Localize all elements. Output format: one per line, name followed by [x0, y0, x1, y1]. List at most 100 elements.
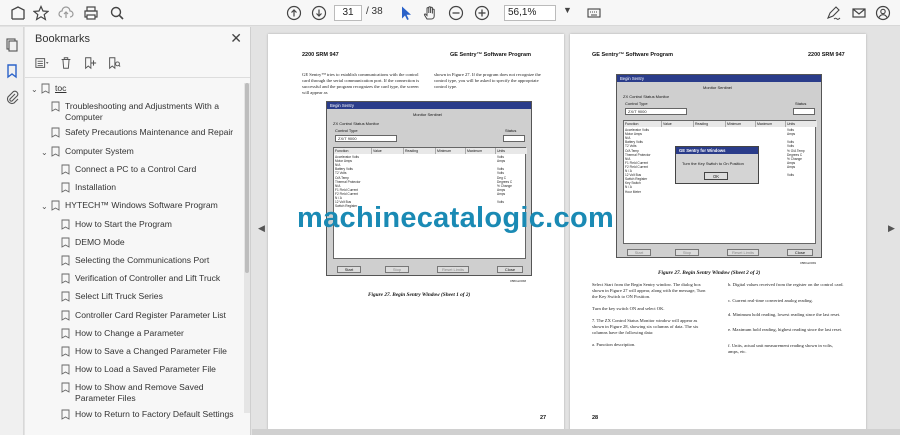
watermark-text: machinecatalogic.com — [297, 202, 615, 234]
bookmark-item-save-parameter[interactable]: How to Save a Changed Parameter File — [61, 346, 227, 357]
add-bookmark-icon[interactable] — [83, 56, 97, 70]
bookmark-item-installation[interactable]: Installation — [61, 182, 116, 193]
page-number-input[interactable]: 31 — [334, 5, 362, 21]
page-down-icon[interactable] — [310, 4, 328, 22]
bookmark-icon — [51, 127, 60, 138]
previous-page-arrow[interactable]: ◀ — [258, 223, 265, 234]
window-titlebar: Begin Sentry — [617, 75, 821, 82]
list-item-d: d. Minimum hold reading, lowest reading … — [728, 312, 841, 317]
body-text-left-col: Select Start from the Begin Sentry windo… — [592, 282, 706, 347]
bookmark-item-start-program[interactable]: How to Start the Program — [61, 219, 172, 230]
grid-unit-cell: Amps — [497, 159, 506, 164]
bookmark-item-factory-default[interactable]: How to Return to Factory Default Setting… — [61, 409, 234, 420]
bookmark-icon — [61, 310, 70, 321]
print-icon[interactable] — [82, 4, 100, 22]
grid-header: Minimum — [436, 148, 466, 154]
control-type-select: ZX/T 9000 — [335, 135, 397, 142]
bookmark-item-change-parameter[interactable]: How to Change a Parameter — [61, 328, 184, 339]
grid-header: Units — [786, 121, 817, 127]
chevron-down-icon[interactable]: ⌄ — [31, 84, 41, 95]
page-number: 28 — [592, 415, 599, 421]
bookmark-icon — [61, 346, 70, 357]
chevron-down-icon[interactable]: ⌄ — [41, 201, 51, 212]
bookmark-icon — [61, 328, 70, 339]
account-icon[interactable] — [874, 4, 892, 22]
status-window-label: ZX Control Status Monitor — [333, 121, 380, 126]
bookmark-item-troubleshooting[interactable]: Troubleshooting and Adjustments With a C… — [51, 101, 237, 123]
list-item-e: e. Maximum hold reading, highest reading… — [728, 327, 843, 332]
search-icon[interactable] — [108, 4, 126, 22]
bookmark-label: Troubleshooting and Adjustments With a C… — [65, 101, 219, 122]
bookmark-item-hytech-software[interactable]: ⌄ HYTECH™ Windows Software Program — [41, 200, 218, 212]
bookmark-icon — [61, 273, 70, 284]
bookmark-item-connect-pc[interactable]: Connect a PC to a Control Card — [61, 164, 196, 175]
status-field — [503, 135, 525, 142]
bookmark-item-safety[interactable]: Safety Precautions Maintenance and Repai… — [51, 127, 237, 138]
keyboard-icon[interactable] — [585, 4, 603, 22]
page-up-icon[interactable] — [285, 4, 303, 22]
next-page-arrow[interactable]: ▶ — [888, 223, 895, 234]
horizontal-scrollbar[interactable] — [252, 429, 900, 435]
start-button: Start — [337, 266, 361, 273]
close-icon[interactable]: ✕ — [230, 30, 242, 47]
dialog-message: Turn the Key Switch to On Position — [682, 161, 744, 166]
bookmark-label: How to Change a Parameter — [75, 328, 184, 338]
bookmark-label: How to Return to Factory Default Setting… — [75, 409, 234, 419]
grid-header: Function — [334, 148, 372, 154]
body-text-col2: shown in Figure 27. If the program does … — [434, 72, 541, 89]
hand-tool-icon[interactable] — [421, 4, 439, 22]
page-header-left: 2200 SRM 947 — [302, 52, 339, 58]
cloud-upload-icon[interactable] — [57, 4, 75, 22]
edit-sign-icon[interactable] — [824, 4, 842, 22]
find-bookmark-icon[interactable] — [107, 56, 121, 70]
bookmark-icon[interactable] — [4, 63, 20, 79]
figure-code: 0880A0069 — [800, 261, 817, 265]
bookmark-item-toc[interactable]: ⌄ toc — [31, 83, 66, 95]
grid-unit-cell: Volts — [787, 173, 794, 178]
zoom-in-icon[interactable] — [473, 4, 491, 22]
close-button: Close — [787, 249, 813, 256]
list-item-c: c. Current real-time converted analog re… — [728, 298, 813, 303]
chevron-down-icon[interactable]: ▼ — [563, 5, 572, 15]
page-total: / 38 — [366, 6, 383, 17]
select-cursor-icon[interactable] — [397, 4, 415, 22]
home-icon[interactable] — [9, 4, 27, 22]
bookmark-icon — [61, 382, 70, 393]
bookmark-item-load-parameter[interactable]: How to Load a Saved Parameter File — [61, 364, 216, 375]
begin-sentry-screenshot: Begin Sentry Monitor Sentinel ZX Control… — [616, 74, 822, 258]
email-icon[interactable] — [850, 4, 868, 22]
star-icon[interactable] — [32, 4, 50, 22]
reset-limits-button: Reset Limits — [727, 249, 759, 256]
stop-button: Stop — [675, 249, 699, 256]
grid-unit-cell: Amps — [787, 132, 796, 137]
grid-unit-cell: Amps — [497, 191, 506, 196]
sentry-dialog: GE Sentry for Windows Turn the Key Switc… — [675, 146, 759, 184]
control-type-label: Control Type — [335, 128, 358, 133]
bookmark-item-comm-port[interactable]: Selecting the Communications Port — [61, 255, 209, 266]
bookmark-item-verification[interactable]: Verification of Controller and Lift Truc… — [61, 273, 220, 284]
bookmark-icon — [41, 83, 50, 94]
scrollbar-thumb[interactable] — [245, 83, 249, 273]
chevron-down-icon[interactable]: ⌄ — [41, 147, 51, 158]
zoom-out-icon[interactable] — [447, 4, 465, 22]
reset-limits-button: Reset Limits — [437, 266, 469, 273]
bookmark-item-show-remove[interactable]: How to Show and Remove Saved Parameter F… — [61, 382, 237, 404]
bookmark-item-lift-truck-series[interactable]: Select Lift Truck Series — [61, 291, 163, 302]
bookmark-item-computer-system[interactable]: ⌄ Computer System — [41, 146, 134, 158]
bookmark-icon — [61, 182, 70, 193]
zoom-level-select[interactable]: 56,1% — [504, 5, 556, 21]
attachment-icon[interactable] — [4, 89, 20, 105]
bookmark-item-demo-mode[interactable]: DEMO Mode — [61, 237, 125, 248]
bookmark-icon — [61, 364, 70, 375]
bookmarks-scrollbar[interactable] — [244, 83, 250, 413]
grid-header: Maximum — [466, 148, 496, 154]
delete-bookmark-icon[interactable] — [59, 56, 73, 70]
divider — [25, 77, 250, 78]
bookmark-item-register-list[interactable]: Controller Card Register Parameter List — [61, 310, 226, 321]
page-header-right: GE Sentry™ Software Program — [450, 52, 531, 58]
grid-header: Value — [662, 121, 694, 127]
page-thumbnails-icon[interactable] — [4, 37, 20, 53]
bookmark-label: Verification of Controller and Lift Truc… — [75, 273, 221, 283]
options-menu-icon[interactable] — [35, 56, 49, 70]
grid-header: Maximum — [756, 121, 786, 127]
